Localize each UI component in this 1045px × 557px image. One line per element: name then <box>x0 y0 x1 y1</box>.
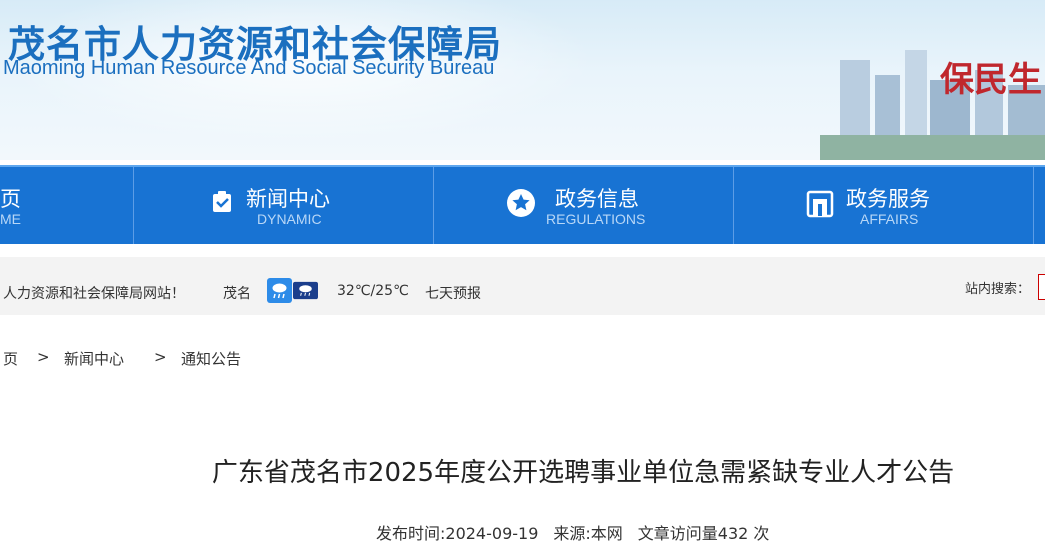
welcome-text: 人力资源和社会保障局网站！ <box>3 286 185 302</box>
site-banner: 茂名市人力资源和社会保障局 Maoming Human Resource And… <box>0 0 1045 160</box>
news-icon <box>213 191 231 212</box>
nav-item-regulations[interactable]: 政务信息 REGULATIONS <box>433 167 734 244</box>
main-nav: 页 ME 新闻中心 DYNAMIC 政务信息 REGULATIONS 政务服务 … <box>0 165 1045 244</box>
breadcrumb-news-center[interactable]: 新闻中心 <box>64 348 124 369</box>
breadcrumb-home[interactable]: 页 <box>3 348 18 369</box>
publish-time: 发布时间:2024-09-19 <box>376 524 539 543</box>
star-icon <box>507 189 535 217</box>
nav-item-label: 政务服务 <box>846 187 930 211</box>
nav-item-label: 新闻中心 <box>246 187 330 211</box>
nav-item-sublabel: REGULATIONS <box>546 211 646 227</box>
nav-item-sublabel: ME <box>0 211 21 227</box>
site-title-en: Maoming Human Resource And Social Securi… <box>3 57 495 79</box>
nav-item-sublabel: DYNAMIC <box>257 211 322 227</box>
weather-city: 茂名 <box>223 286 251 302</box>
nav-item-home[interactable]: 页 ME <box>0 167 134 244</box>
article-source: 来源:本网 <box>553 524 623 543</box>
weather-temperature: 32℃/25℃ <box>337 283 409 299</box>
article-title: 广东省茂名市2025年度公开选聘事业单位急需紧缺专业人才公告 <box>211 458 955 488</box>
thunderstorm-icon <box>293 281 318 300</box>
search-label: 站内搜索： <box>965 282 1031 297</box>
nav-item-affairs[interactable]: 政务服务 AFFAIRS <box>733 167 1034 244</box>
search-input[interactable] <box>1038 274 1045 300</box>
seven-day-forecast-link[interactable]: 七天预报 <box>425 283 481 303</box>
service-icon <box>806 190 834 218</box>
breadcrumb-separator: > <box>154 348 167 366</box>
info-bar: 人力资源和社会保障局网站！ 茂名 32℃/25℃ 七天预报 站内搜索： <box>0 257 1045 315</box>
nav-item-label: 政务信息 <box>555 187 639 211</box>
rain-icon <box>267 278 292 303</box>
nav-item-news[interactable]: 新闻中心 DYNAMIC <box>133 167 434 244</box>
visit-count: 文章访问量432 次 <box>637 524 770 543</box>
nav-item-sublabel: AFFAIRS <box>860 211 919 227</box>
article-meta: 发布时间:2024-09-19 来源:本网 文章访问量432 次 <box>376 520 784 544</box>
breadcrumb-notices[interactable]: 通知公告 <box>181 348 241 369</box>
nav-item-label: 页 <box>0 187 21 211</box>
banner-slogan: 保民生 <box>940 60 1042 100</box>
breadcrumb-separator: > <box>37 348 50 366</box>
